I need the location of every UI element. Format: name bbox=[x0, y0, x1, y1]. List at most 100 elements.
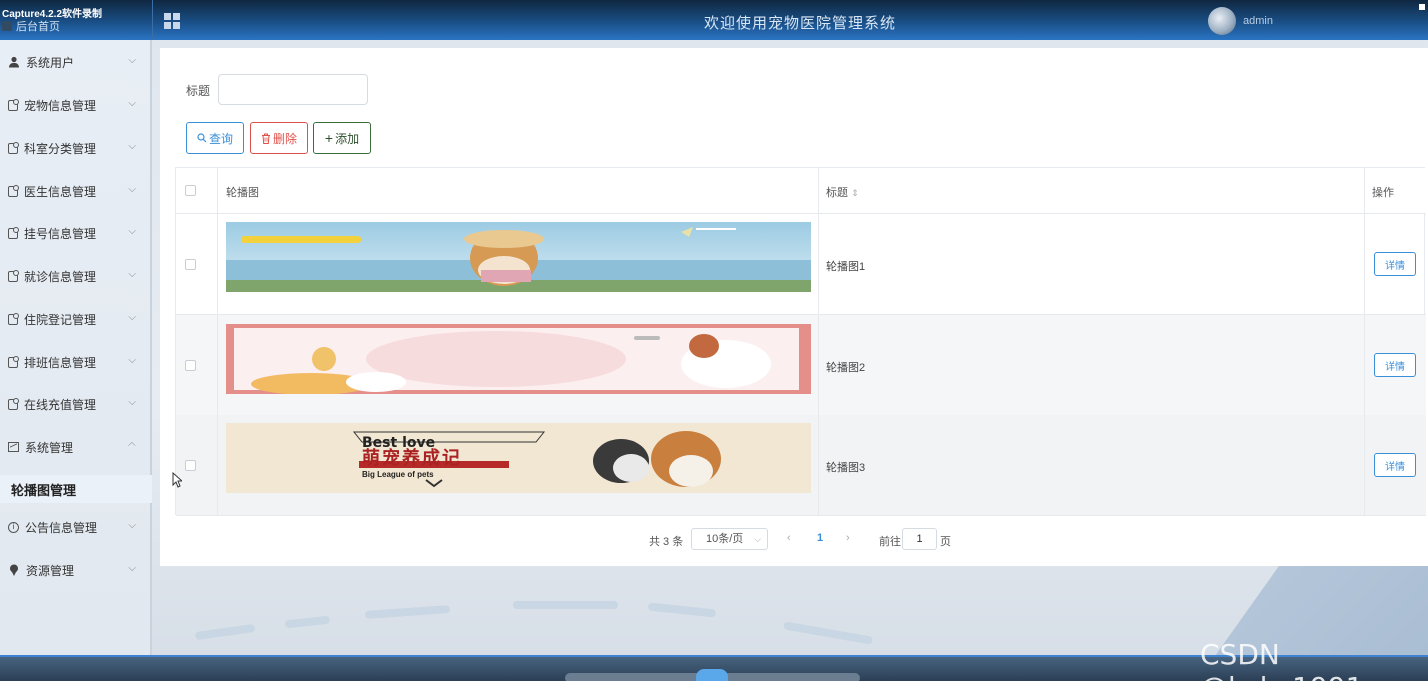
document-icon bbox=[8, 226, 19, 239]
corner-close-icon[interactable] bbox=[1419, 4, 1425, 10]
row-title: 轮播图1 bbox=[826, 261, 866, 273]
select-all-checkbox[interactable] bbox=[185, 185, 196, 196]
title-search-input[interactable] bbox=[218, 74, 368, 105]
chevron-down-icon: ⌵ bbox=[128, 184, 136, 195]
document-icon bbox=[8, 312, 19, 325]
carousel-table: 轮播图 标题 ⇕ 操作 轮播图1 详情 轮播图2 详情 Best love 萌宠… bbox=[175, 167, 1426, 516]
page-size-value: 10条/页 bbox=[706, 533, 744, 545]
column-header-image: 轮播图 bbox=[226, 187, 259, 199]
sidebar-item-department[interactable]: 科室分类管理 ⌵ bbox=[0, 137, 152, 159]
column-header-action: 操作 bbox=[1372, 187, 1394, 199]
chevron-down-icon: ⌵ bbox=[128, 397, 136, 408]
table-row: 轮播图1 详情 bbox=[176, 214, 1426, 315]
sidebar-item-hospitalization[interactable]: 住院登记管理 ⌵ bbox=[0, 308, 152, 330]
sort-icon[interactable]: ⇕ bbox=[851, 188, 859, 198]
row-checkbox[interactable] bbox=[185, 259, 196, 270]
sidebar-item-schedule[interactable]: 排班信息管理 ⌵ bbox=[0, 351, 152, 373]
background-wave bbox=[647, 602, 717, 618]
row-checkbox[interactable] bbox=[185, 360, 196, 371]
sidebar-item-announcement[interactable]: i 公告信息管理 ⌵ bbox=[0, 516, 152, 538]
carousel-image-2 bbox=[226, 324, 811, 394]
document-icon bbox=[8, 355, 19, 368]
next-page-icon[interactable]: › bbox=[846, 532, 850, 544]
column-header-title[interactable]: 标题 ⇕ bbox=[826, 184, 859, 200]
query-button-label: 查询 bbox=[208, 131, 233, 146]
sidebar-item-registration[interactable]: 挂号信息管理 ⌵ bbox=[0, 222, 152, 244]
pin-icon bbox=[8, 564, 20, 576]
table-row: 轮播图2 详情 bbox=[176, 315, 1426, 416]
delete-button[interactable]: 删除 bbox=[250, 122, 308, 154]
prev-page-icon[interactable]: ‹ bbox=[787, 532, 791, 544]
avatar[interactable] bbox=[1208, 7, 1236, 35]
goto-label: 前往 bbox=[879, 536, 901, 548]
query-button[interactable]: 查询 bbox=[186, 122, 244, 154]
sidebar-item-label: 资源管理 bbox=[26, 563, 75, 578]
sidebar-item-doctor[interactable]: 医生信息管理 ⌵ bbox=[0, 180, 152, 202]
sidebar-item-label: 排班信息管理 bbox=[24, 355, 97, 370]
chevron-down-icon: ⌵ bbox=[128, 141, 136, 152]
detail-button[interactable]: 详情 bbox=[1374, 252, 1416, 276]
image-icon bbox=[8, 442, 19, 452]
table-row: Best love 萌宠养成记 Big League of pets 轮播图3 … bbox=[176, 415, 1426, 516]
chevron-down-icon: ⌵ bbox=[128, 355, 136, 366]
sidebar-item-label: 科室分类管理 bbox=[24, 141, 97, 156]
search-label: 标题 bbox=[186, 84, 211, 98]
sidebar: 系统用户 ⌵ 宠物信息管理 ⌵ 科室分类管理 ⌵ 医生信息管理 ⌵ 挂号信息管理… bbox=[0, 40, 152, 660]
background-wave bbox=[782, 621, 874, 645]
plus-icon: + bbox=[324, 130, 334, 146]
add-button[interactable]: + 添加 bbox=[313, 122, 371, 154]
chevron-up-icon: ⌵ bbox=[128, 439, 136, 450]
trash-icon bbox=[261, 133, 270, 144]
sidebar-subitem-carousel[interactable]: 轮播图管理 bbox=[0, 475, 152, 503]
detail-button[interactable]: 详情 bbox=[1374, 453, 1416, 477]
detail-button[interactable]: 详情 bbox=[1374, 353, 1416, 377]
sidebar-item-label: 挂号信息管理 bbox=[24, 226, 97, 241]
sidebar-item-label: 医生信息管理 bbox=[24, 184, 97, 199]
goto-page-input[interactable]: 1 bbox=[902, 528, 937, 550]
document-icon bbox=[8, 98, 19, 111]
banner-text-line3: Big League of pets bbox=[362, 470, 434, 479]
sidebar-item-label: 就诊信息管理 bbox=[24, 269, 97, 284]
column-header-title-label: 标题 bbox=[826, 187, 848, 199]
mouse-cursor-icon bbox=[172, 471, 184, 491]
row-title: 轮播图2 bbox=[826, 362, 866, 374]
banner-text-line2: 萌宠养成记 bbox=[362, 448, 462, 468]
sidebar-item-system-users[interactable]: 系统用户 ⌵ bbox=[0, 51, 152, 73]
document-icon bbox=[8, 184, 19, 197]
sidebar-item-system-management[interactable]: 系统管理 ⌵ bbox=[0, 436, 152, 458]
chevron-down-icon: ⌵ bbox=[128, 98, 136, 109]
chevron-down-icon: ⌵ bbox=[128, 312, 136, 323]
sidebar-item-pet-info[interactable]: 宠物信息管理 ⌵ bbox=[0, 94, 152, 116]
chevron-down-icon: ⌵ bbox=[754, 534, 761, 544]
sidebar-item-label: 系统管理 bbox=[25, 440, 74, 455]
current-page[interactable]: 1 bbox=[817, 532, 823, 544]
sidebar-item-visit[interactable]: 就诊信息管理 ⌵ bbox=[0, 265, 152, 287]
page-size-select[interactable]: 10条/页 ⌵ bbox=[691, 528, 768, 550]
sidebar-item-label: 住院登记管理 bbox=[24, 312, 97, 327]
pagination: 共 3 条 10条/页 ⌵ ‹ 1 › 前往 1 页 bbox=[160, 528, 1428, 552]
document-icon bbox=[8, 397, 19, 410]
search-icon bbox=[197, 133, 207, 143]
background-wave bbox=[513, 601, 618, 609]
document-icon bbox=[8, 141, 19, 154]
chevron-down-icon: ⌵ bbox=[128, 520, 136, 531]
sidebar-item-recharge[interactable]: 在线充值管理 ⌵ bbox=[0, 393, 152, 415]
sidebar-item-label: 系统用户 bbox=[26, 55, 75, 70]
carousel-image-1 bbox=[226, 222, 811, 292]
sidebar-item-label: 公告信息管理 bbox=[25, 520, 98, 535]
chevron-down-icon: ⌵ bbox=[128, 55, 136, 66]
user-name[interactable]: admin bbox=[1243, 15, 1273, 27]
add-button-label: 添加 bbox=[335, 131, 360, 146]
row-title: 轮播图3 bbox=[826, 462, 866, 474]
row-checkbox[interactable] bbox=[185, 460, 196, 471]
chevron-down-icon: ⌵ bbox=[128, 563, 136, 574]
background-wave bbox=[364, 605, 451, 619]
document-icon bbox=[8, 269, 19, 282]
background-wave bbox=[284, 615, 331, 629]
recorder-knob[interactable] bbox=[696, 669, 728, 681]
column-divider bbox=[217, 168, 218, 515]
total-count: 共 3 条 bbox=[649, 536, 684, 548]
sidebar-item-resources[interactable]: 资源管理 ⌵ bbox=[0, 559, 152, 581]
delete-button-label: 删除 bbox=[272, 131, 297, 146]
chevron-down-icon: ⌵ bbox=[128, 226, 136, 237]
